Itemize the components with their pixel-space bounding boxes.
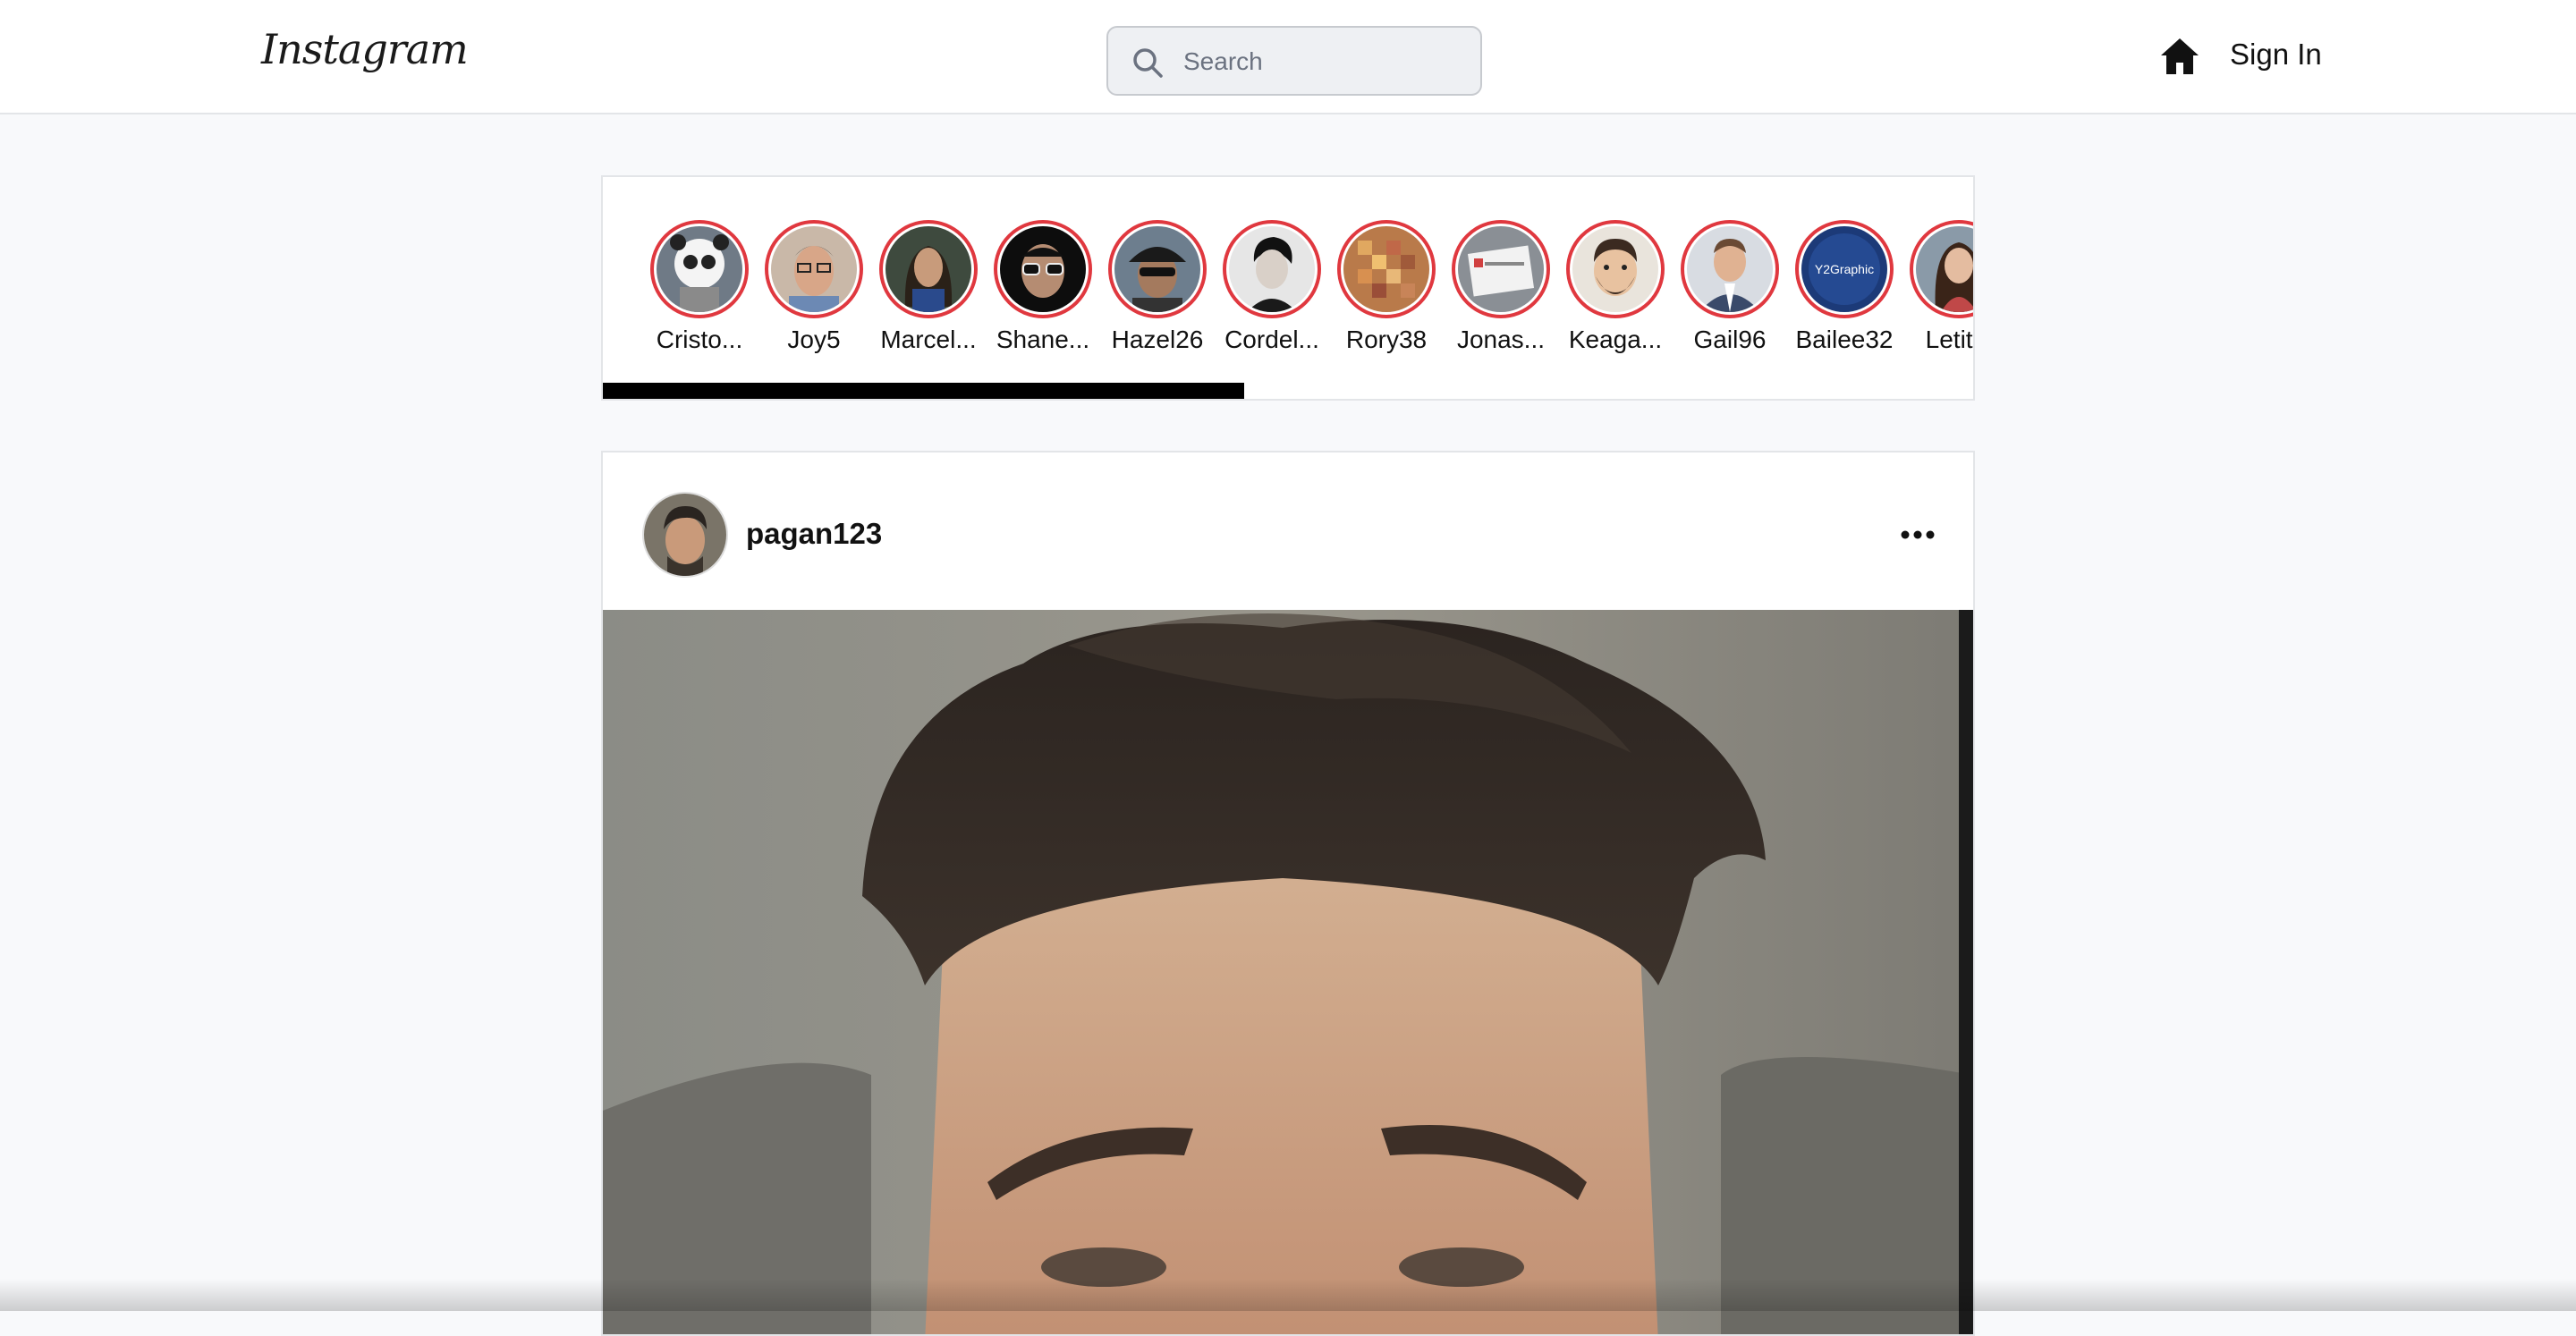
- story-ring: [994, 220, 1092, 318]
- long-hair-avatar: [886, 226, 971, 312]
- glasses-dark-avatar: [1000, 226, 1086, 312]
- story-username: Letitia: [1925, 326, 1973, 353]
- story-username: Keaga...: [1568, 326, 1663, 353]
- story-username: Gail96: [1693, 326, 1767, 353]
- story-ring: [1337, 220, 1436, 318]
- story-ring: [1223, 220, 1321, 318]
- y2graphic-logo-avatar: Y2Graphic: [1801, 226, 1887, 312]
- story-username: Marcel...: [880, 326, 977, 353]
- story-item[interactable]: Cordel...: [1215, 220, 1329, 354]
- story-avatar-text: Y2Graphic: [1815, 262, 1874, 276]
- story-ring: [879, 220, 978, 318]
- top-nav-bar: Instagram Sign In: [0, 0, 2576, 114]
- cartoon-beard-avatar: [1572, 226, 1658, 312]
- story-ring: [1108, 220, 1207, 318]
- woman-portrait-avatar: [1916, 226, 1973, 312]
- post-username[interactable]: pagan123: [746, 517, 882, 551]
- more-horizontal-icon[interactable]: [1900, 524, 1936, 545]
- post-photo[interactable]: [603, 610, 1973, 1334]
- instagram-logo[interactable]: Instagram: [261, 25, 469, 73]
- story-item[interactable]: Gail96: [1673, 220, 1787, 354]
- stories-bar: Cristo... Joy5 Marcel... Shane... Hazel26 Cor…: [601, 175, 1975, 401]
- stories-track: Cristo... Joy5 Marcel... Shane... Hazel26 Cor…: [642, 220, 1973, 354]
- story-item[interactable]: Joy5: [757, 220, 871, 354]
- story-item[interactable]: Marcel...: [871, 220, 986, 354]
- home-icon[interactable]: [2159, 36, 2200, 77]
- suit-man-avatar: [1687, 226, 1773, 312]
- story-username: Rory38: [1345, 326, 1428, 353]
- post-card: pagan123: [601, 451, 1975, 1336]
- glasses-man-avatar: [771, 226, 857, 312]
- story-username: Hazel26: [1111, 326, 1204, 353]
- story-item[interactable]: Rory38: [1329, 220, 1444, 354]
- story-username: Cordel...: [1224, 326, 1319, 353]
- sign-in-link[interactable]: Sign In: [2230, 38, 2322, 72]
- stories-scroll-thumb[interactable]: [603, 383, 1245, 399]
- story-username: Bailee32: [1795, 326, 1894, 353]
- story-item[interactable]: Shane...: [986, 220, 1100, 354]
- story-ring: [1452, 220, 1550, 318]
- panda-mask-avatar: [657, 226, 742, 312]
- post-author-avatar[interactable]: [642, 492, 728, 578]
- story-item[interactable]: Letitia: [1902, 220, 1973, 354]
- bw-portrait-avatar: [1229, 226, 1315, 312]
- pixel-avatar: [1343, 226, 1429, 312]
- sign-holding-avatar: [1458, 226, 1544, 312]
- search-box[interactable]: [1106, 26, 1482, 96]
- story-item[interactable]: Keaga...: [1558, 220, 1673, 354]
- story-ring: [1566, 220, 1665, 318]
- story-ring: [1910, 220, 1973, 318]
- stories-scrollbar[interactable]: [603, 383, 1973, 399]
- story-username: Shane...: [996, 326, 1090, 353]
- story-username: Cristo...: [656, 326, 743, 353]
- cap-sunglasses-avatar: [1114, 226, 1200, 312]
- story-ring: [650, 220, 749, 318]
- story-ring: Y2Graphic: [1795, 220, 1894, 318]
- story-ring: [765, 220, 863, 318]
- story-item[interactable]: Jonas...: [1444, 220, 1558, 354]
- story-item[interactable]: Hazel26: [1100, 220, 1215, 354]
- story-item[interactable]: Y2Graphic Bailee32: [1787, 220, 1902, 354]
- story-ring: [1681, 220, 1779, 318]
- story-username: Jonas...: [1456, 326, 1546, 353]
- search-input[interactable]: [1182, 37, 1471, 87]
- story-item[interactable]: Cristo...: [642, 220, 757, 354]
- search-icon: [1133, 48, 1163, 78]
- story-username: Joy5: [787, 326, 841, 353]
